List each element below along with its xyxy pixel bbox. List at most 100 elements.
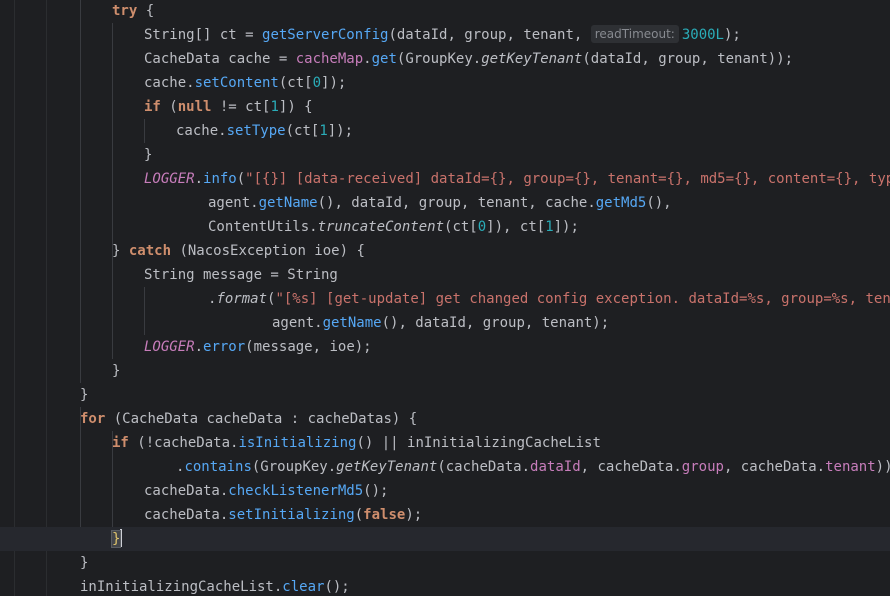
code-token: (NacosException ioe) {	[171, 243, 365, 259]
code-line[interactable]: agent.getName(), dataId, group, tenant);	[272, 311, 609, 335]
code-token: "[%s] [get-update] get changed config ex…	[275, 291, 890, 307]
code-line[interactable]: if (!cacheData.isInitializing() || inIni…	[112, 431, 601, 455]
code-token: (CacheData cacheData : cacheDatas) {	[105, 411, 418, 427]
code-token: getName	[258, 195, 318, 211]
code-token: get	[371, 51, 397, 67]
code-token: for	[80, 411, 106, 427]
code-token: cacheMap	[295, 51, 364, 67]
code-token: cache.	[176, 123, 227, 139]
code-token: getKeyTenant	[336, 459, 438, 475]
code-token: info	[203, 171, 237, 187]
code-token: ]), ct[	[486, 219, 546, 235]
code-token: (dataId, group, tenant));	[582, 51, 794, 67]
code-token: ]);	[321, 75, 347, 91]
code-line[interactable]: inInitializingCacheList.clear();	[80, 575, 350, 596]
code-token: .	[194, 339, 204, 355]
indent-guide	[144, 287, 145, 335]
code-token: (	[236, 171, 246, 187]
code-token: null	[177, 99, 212, 115]
code-token: (), dataId, group, tenant);	[381, 315, 610, 331]
gutter-divider	[14, 0, 15, 596]
code-editor[interactable]: try {String[] ct = getServerConfig(dataI…	[0, 0, 890, 596]
code-token: }	[112, 243, 129, 259]
code-token: tenant	[825, 459, 876, 475]
code-token: 1	[270, 99, 279, 115]
code-line[interactable]: for (CacheData cacheData : cacheDatas) {	[80, 407, 417, 431]
code-token: }	[110, 530, 122, 548]
code-token: );	[724, 27, 741, 43]
code-line[interactable]: String[] ct = getServerConfig(dataId, gr…	[144, 23, 741, 47]
code-token: cacheData.	[144, 483, 229, 499]
code-line[interactable]: if (null != ct[1]) {	[144, 95, 313, 119]
code-token: () || inInitializingCacheList	[356, 435, 601, 451]
code-line[interactable]: CacheData cache = cacheMap.get(GroupKey.…	[144, 47, 793, 71]
code-token: (ct[	[285, 123, 320, 139]
code-token: .	[194, 171, 204, 187]
indent-guide	[80, 0, 81, 383]
code-token: setContent	[194, 75, 279, 91]
code-token: error	[203, 339, 246, 355]
code-token: truncateContent	[317, 219, 445, 235]
code-token: (),	[646, 195, 672, 211]
code-token: "[{}] [data-received] dataId={}, group={…	[245, 171, 890, 187]
code-token: (ct[	[444, 219, 478, 235]
code-token: .	[363, 51, 372, 67]
code-line[interactable]: cache.setContent(ct[0]);	[144, 71, 346, 95]
code-line[interactable]: cacheData.setInitializing(false);	[144, 503, 422, 527]
code-token: LOGGER	[144, 339, 195, 355]
code-line[interactable]: }	[144, 143, 152, 167]
code-line[interactable]: }	[80, 383, 88, 407]
code-line[interactable]: } catch (NacosException ioe) {	[112, 239, 365, 263]
code-token: , cacheData.	[580, 459, 682, 475]
code-token: {	[137, 3, 155, 19]
code-line[interactable]: }	[110, 527, 123, 551]
code-token: try	[112, 3, 138, 19]
code-token: getName	[322, 315, 382, 331]
code-token: (GroupKey.	[251, 459, 337, 475]
code-line[interactable]: ContentUtils.truncateContent(ct[0]), ct[…	[208, 215, 579, 239]
code-token: clear	[282, 579, 325, 595]
code-token: ]);	[553, 219, 579, 235]
code-token: (!cacheData.	[128, 435, 239, 451]
code-token: getServerConfig	[262, 27, 389, 43]
code-line[interactable]: try {	[112, 0, 154, 23]
code-token: agent.	[272, 315, 323, 331]
code-line[interactable]: }	[112, 359, 120, 383]
code-token: format	[216, 291, 268, 307]
code-token: String[] ct =	[144, 27, 263, 43]
code-line[interactable]: .contains(GroupKey.getKeyTenant(cacheDat…	[176, 455, 890, 479]
indent-guide	[112, 23, 113, 359]
code-token: ();	[324, 579, 350, 595]
code-token: (cacheData.	[437, 459, 531, 475]
code-token: 1	[319, 123, 328, 139]
code-token: }	[144, 147, 153, 163]
code-token: dataId	[530, 459, 581, 475]
code-line[interactable]: String message = String	[144, 263, 338, 287]
code-token: String message = String	[144, 267, 338, 283]
code-token: LOGGER	[144, 171, 195, 187]
code-token: != ct[	[211, 99, 271, 115]
code-token: cacheData.	[144, 507, 229, 523]
code-token: ContentUtils.	[208, 219, 318, 235]
code-token: )))	[875, 459, 890, 475]
code-token: group	[681, 459, 724, 475]
text-caret	[120, 529, 123, 547]
code-token: (	[354, 507, 364, 523]
code-line[interactable]: LOGGER.info("[{}] [data-received] dataId…	[144, 167, 890, 191]
code-token: 1	[545, 219, 554, 235]
code-line[interactable]: cache.setType(ct[1]);	[176, 119, 353, 143]
code-line[interactable]: cacheData.checkListenerMd5();	[144, 479, 388, 503]
fold-guide	[46, 0, 47, 596]
code-token: ]) {	[278, 99, 313, 115]
parameter-hint: readTimeout:	[590, 25, 679, 43]
code-token: setType	[226, 123, 286, 139]
code-token: (GroupKey.	[396, 51, 482, 67]
code-line[interactable]: .format("[%s] [get-update] get changed c…	[208, 287, 890, 311]
code-line[interactable]: agent.getName(), dataId, group, tenant, …	[208, 191, 672, 215]
code-token: cache.	[144, 75, 195, 91]
code-token: isInitializing	[238, 435, 357, 451]
code-token: }	[112, 363, 121, 379]
code-line[interactable]: LOGGER.error(message, ioe);	[144, 335, 372, 359]
code-token: setInitializing	[228, 507, 355, 523]
code-line[interactable]: }	[80, 551, 88, 575]
